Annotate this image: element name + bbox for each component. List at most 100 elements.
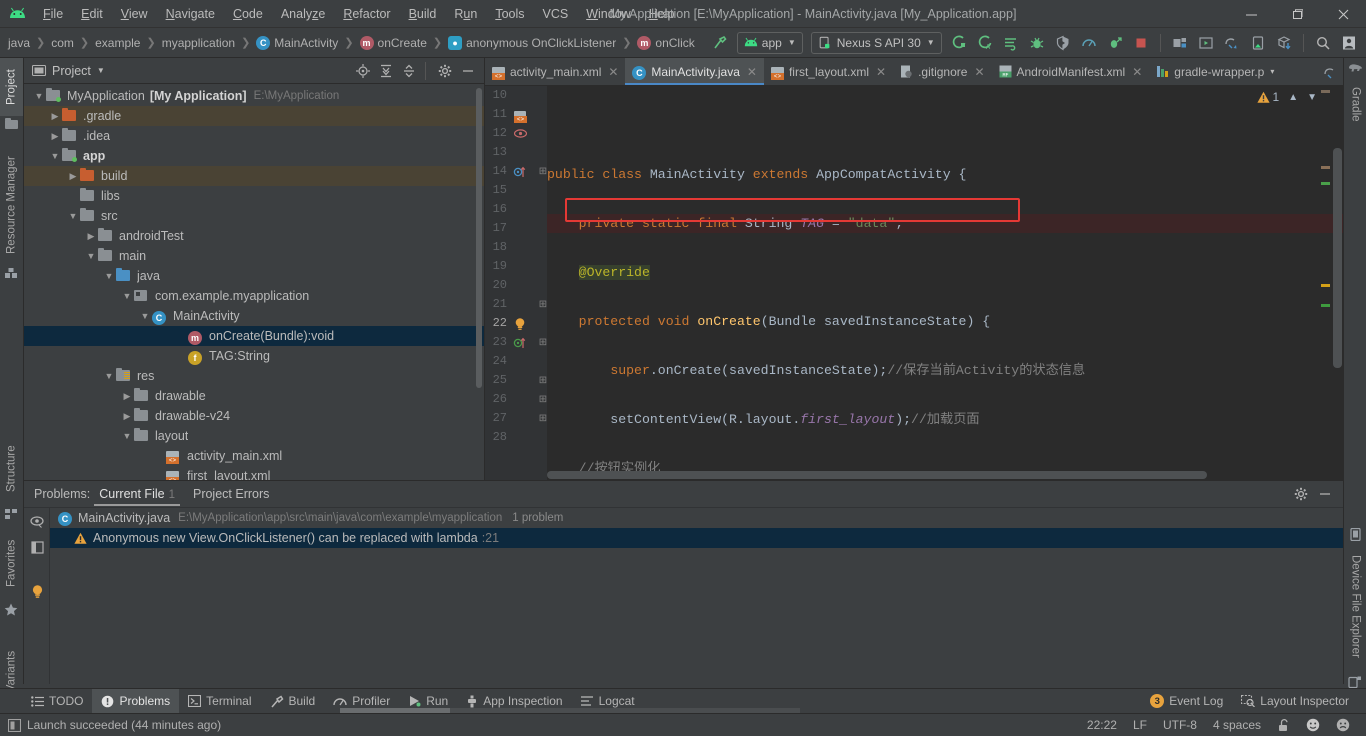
breadcrumb-item-oncreate[interactable]: m onCreate [358, 34, 429, 52]
close-icon[interactable]: ✕ [608, 65, 618, 79]
sidebar-item-resource-manager[interactable]: Resource Manager [0, 148, 23, 263]
profiler-icon[interactable] [1078, 32, 1100, 54]
tree-node-layout[interactable]: ▼ layout [24, 426, 484, 446]
menu-run[interactable]: Run [445, 4, 486, 24]
file-encoding[interactable]: UTF-8 [1155, 718, 1205, 732]
inspection-face-icon[interactable] [1298, 718, 1328, 732]
close-icon[interactable]: ✕ [1132, 65, 1142, 79]
tree-node-first-layout-xml[interactable]: ▶ first_layout.xml [24, 466, 484, 480]
tree-node-drawable[interactable]: ▶ drawable [24, 386, 484, 406]
chevron-right-icon[interactable]: ▶ [120, 411, 134, 422]
menu-code[interactable]: Code [224, 4, 272, 24]
tree-node-main[interactable]: ▼ main [24, 246, 484, 266]
breadcrumb-item-mainactivity[interactable]: C MainActivity [254, 34, 340, 52]
usages-eye-icon[interactable] [511, 124, 529, 143]
editor-horizontal-scrollbar[interactable] [547, 471, 1207, 479]
tab-first-layout-xml[interactable]: first_layout.xml ✕ [764, 58, 893, 85]
close-icon[interactable]: ✕ [974, 65, 984, 79]
tool-window-event-log[interactable]: 3 Event Log [1141, 689, 1232, 714]
apply-changes-icon[interactable] [1000, 32, 1022, 54]
build-icon[interactable] [709, 32, 731, 54]
tab-mainactivity-java[interactable]: C MainActivity.java ✕ [625, 58, 764, 85]
debug-icon[interactable] [1026, 32, 1048, 54]
sidebar-item-project[interactable]: Project [0, 58, 23, 116]
breadcrumb-item-onclick[interactable]: m onClick [635, 34, 696, 52]
tree-node-gradle[interactable]: ▶ .gradle [24, 106, 484, 126]
menu-file[interactable]: File [34, 4, 72, 24]
open-editor-preview-icon[interactable] [24, 534, 50, 560]
indent-setting[interactable]: 4 spaces [1205, 718, 1269, 732]
tab-project-errors[interactable]: Project Errors [184, 483, 278, 505]
sidebar-item-device-file-explorer[interactable]: Device File Explorer [1344, 544, 1366, 669]
project-panel-title[interactable]: Project ▼ [24, 64, 105, 78]
device-manager-icon[interactable] [1247, 32, 1269, 54]
project-tree-scrollbar[interactable] [476, 88, 482, 388]
breadcrumb-item-anonymous[interactable]: ● anonymous OnClickListener [446, 34, 618, 52]
tree-node-app[interactable]: ▼ app [24, 146, 484, 166]
tab-overflow-button[interactable] [1317, 58, 1343, 85]
account-icon[interactable] [1338, 32, 1360, 54]
tool-window-todo[interactable]: TODO [22, 689, 92, 714]
breadcrumb-item-example[interactable]: example [93, 34, 142, 52]
close-button[interactable] [1320, 0, 1366, 28]
implementing-method-icon[interactable] [511, 333, 529, 352]
next-problem-icon[interactable]: ▼ [1307, 92, 1317, 103]
tree-node-build[interactable]: ▶ build [24, 166, 484, 186]
expand-all-icon[interactable] [376, 61, 396, 81]
tree-node-src[interactable]: ▼ src [24, 206, 484, 226]
menu-refactor[interactable]: Refactor [334, 4, 399, 24]
problems-item-row[interactable]: Anonymous new View.OnClickListener() can… [50, 528, 1343, 548]
sidebar-item-gradle[interactable]: Gradle [1344, 78, 1366, 130]
menu-build[interactable]: Build [400, 4, 446, 24]
hide-icon[interactable] [458, 61, 478, 81]
attach-debugger-icon[interactable] [1052, 32, 1074, 54]
inspection-status-widget[interactable]: 1 ▲ ▼ [1256, 90, 1317, 104]
menu-window[interactable]: Window [577, 4, 639, 24]
tree-node-tag-field[interactable]: ▶ f TAG:String [24, 346, 484, 366]
settings-gear-icon[interactable] [1291, 484, 1311, 504]
sdk-manager-icon[interactable] [1195, 32, 1217, 54]
sync-gradle-icon[interactable] [1221, 32, 1243, 54]
menu-tools[interactable]: Tools [486, 4, 533, 24]
tree-node-mainactivity[interactable]: ▼ C MainActivity [24, 306, 484, 326]
locate-icon[interactable] [353, 61, 373, 81]
tree-node-drawable-v24[interactable]: ▶ drawable-v24 [24, 406, 484, 426]
inspection-preview-icon[interactable] [24, 508, 50, 534]
prev-problem-icon[interactable]: ▲ [1288, 92, 1298, 103]
menu-vcs[interactable]: VCS [534, 4, 578, 24]
menu-view[interactable]: View [112, 4, 157, 24]
collapse-all-icon[interactable] [399, 61, 419, 81]
menu-help[interactable]: Help [640, 4, 684, 24]
notification-face-icon[interactable] [1328, 718, 1358, 732]
chevron-right-icon[interactable]: ▶ [66, 171, 80, 182]
settings-gear-icon[interactable] [435, 61, 455, 81]
editor-gutter[interactable]: 10 11 12 13 14 ⊞ 15 16 17 18 19 20 21 [485, 86, 547, 480]
tool-window-build[interactable]: Build [261, 689, 325, 714]
editor-vertical-scrollbar[interactable] [1333, 148, 1342, 368]
chevron-down-icon[interactable]: ▼ [84, 251, 98, 261]
tab-gradle-wrapper-properties[interactable]: gradle-wrapper.p ▾ [1149, 58, 1281, 85]
menu-analyze[interactable]: Analyze [272, 4, 334, 24]
sidebar-item-structure[interactable]: Structure [0, 433, 23, 505]
minimize-button[interactable] [1228, 0, 1274, 28]
chevron-down-icon[interactable]: ▼ [138, 311, 152, 321]
unlocked-icon[interactable] [1269, 718, 1298, 732]
tree-node-oncreate[interactable]: ▶ m onCreate(Bundle):void [24, 326, 484, 346]
tab-gitignore[interactable]: .gitignore ✕ [893, 58, 991, 85]
breadcrumb-item-com[interactable]: com [49, 34, 76, 52]
stop-icon[interactable] [1130, 32, 1152, 54]
close-icon[interactable]: ✕ [876, 65, 886, 79]
project-tree[interactable]: ▼ MyApplication [My Application] E:\MyAp… [24, 84, 484, 480]
tree-node-idea[interactable]: ▶ .idea [24, 126, 484, 146]
chevron-down-icon[interactable]: ▼ [48, 151, 62, 161]
tree-node-res[interactable]: ▼ res [24, 366, 484, 386]
overriding-method-icon[interactable] [511, 162, 529, 181]
sidebar-item-favorites[interactable]: Favorites [0, 528, 23, 598]
code-content[interactable]: public class MainActivity extends AppCom… [547, 86, 1343, 480]
tab-androidmanifest-xml[interactable]: MF AndroidManifest.xml ✕ [992, 58, 1150, 85]
caret-position[interactable]: 22:22 [1079, 718, 1125, 732]
problems-list[interactable]: C MainActivity.java E:\MyApplication\app… [50, 508, 1343, 684]
chevron-down-icon[interactable]: ▼ [102, 271, 116, 281]
chevron-right-icon[interactable]: ▶ [120, 391, 134, 402]
search-icon[interactable] [1312, 32, 1334, 54]
